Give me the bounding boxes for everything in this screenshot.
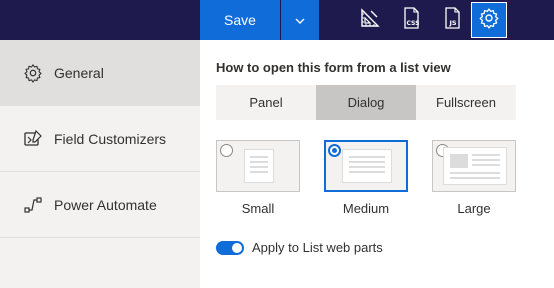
css-file-icon: CSS bbox=[400, 6, 422, 35]
size-option-large[interactable] bbox=[432, 140, 516, 192]
apply-to-list-web-parts-label: Apply to List web parts bbox=[252, 240, 383, 255]
sidebar-item-general[interactable]: General bbox=[0, 40, 200, 106]
medium-dialog-preview-icon bbox=[342, 149, 392, 183]
size-option-medium[interactable] bbox=[324, 140, 408, 192]
field-customizer-icon bbox=[22, 128, 44, 150]
size-medium-label: Medium bbox=[342, 201, 390, 216]
css-editor-button[interactable]: CSS bbox=[395, 4, 427, 36]
sidebar-item-power-automate[interactable]: Power Automate bbox=[0, 172, 200, 238]
sidebar-item-field-customizers[interactable]: Field Customizers bbox=[0, 106, 200, 172]
size-medium-radio[interactable] bbox=[328, 144, 341, 157]
size-small-radio[interactable] bbox=[220, 144, 233, 157]
svg-text:JS: JS bbox=[449, 19, 457, 27]
save-button[interactable]: Save bbox=[200, 0, 280, 40]
top-toolbar: Save CSS JS bbox=[0, 0, 554, 40]
open-mode-dialog[interactable]: Dialog bbox=[316, 85, 416, 120]
apply-to-list-web-parts-row: Apply to List web parts bbox=[216, 240, 383, 255]
open-mode-panel[interactable]: Panel bbox=[216, 85, 316, 120]
sidebar-item-label: Power Automate bbox=[54, 196, 157, 213]
section-title: How to open this form from a list view bbox=[216, 60, 451, 75]
ruler-button[interactable] bbox=[354, 4, 386, 36]
gear-icon bbox=[478, 7, 500, 34]
size-large-label: Large bbox=[457, 201, 491, 216]
general-settings-panel: How to open this form from a list view P… bbox=[200, 40, 554, 288]
save-button-label: Save bbox=[224, 12, 256, 28]
svg-text:CSS: CSS bbox=[407, 20, 420, 27]
js-file-icon: JS bbox=[441, 6, 463, 35]
large-dialog-preview-icon bbox=[443, 147, 507, 185]
sidebar-item-label: Field Customizers bbox=[54, 130, 167, 147]
form-settings-window: Save CSS JS General Field Customizers Po… bbox=[0, 0, 554, 288]
sidebar: General Field Customizers Power Automate bbox=[0, 40, 200, 288]
open-mode-selector: Panel Dialog Fullscreen bbox=[216, 85, 516, 120]
ruler-icon bbox=[359, 7, 381, 34]
save-dropdown-button[interactable] bbox=[281, 0, 319, 40]
settings-button[interactable] bbox=[471, 2, 507, 38]
size-small-label: Small bbox=[241, 201, 275, 216]
js-editor-button[interactable]: JS bbox=[436, 4, 468, 36]
open-mode-fullscreen[interactable]: Fullscreen bbox=[416, 85, 516, 120]
gear-icon bbox=[22, 62, 44, 84]
sidebar-item-label: General bbox=[54, 64, 104, 81]
chevron-down-icon bbox=[295, 11, 305, 29]
power-automate-icon bbox=[22, 194, 44, 216]
apply-to-list-web-parts-toggle[interactable] bbox=[216, 240, 244, 255]
small-dialog-preview-icon bbox=[244, 149, 274, 183]
size-option-small[interactable] bbox=[216, 140, 300, 192]
